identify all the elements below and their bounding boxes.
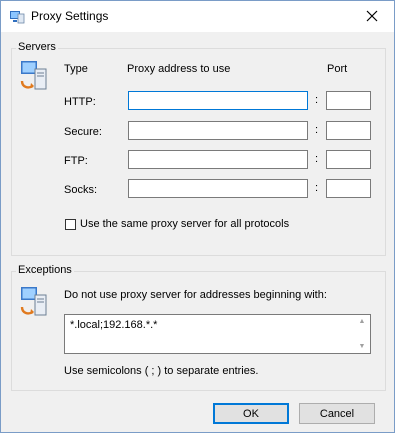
close-button[interactable] bbox=[350, 1, 394, 31]
socks-address-input[interactable] bbox=[128, 179, 308, 198]
proxy-settings-dialog: Proxy Settings Servers Type Proxy addres… bbox=[0, 0, 395, 433]
servers-computer-icon bbox=[20, 61, 47, 90]
title-bar: Proxy Settings bbox=[1, 1, 394, 32]
cancel-button[interactable]: Cancel bbox=[299, 403, 375, 424]
servers-group-label: Servers bbox=[16, 41, 58, 53]
same-proxy-checkbox[interactable] bbox=[65, 219, 76, 230]
close-icon bbox=[366, 10, 378, 22]
exceptions-computer-icon bbox=[20, 287, 47, 316]
ok-button[interactable]: OK bbox=[213, 403, 289, 424]
http-port-input[interactable] bbox=[326, 91, 371, 110]
exceptions-description: Do not use proxy server for addresses be… bbox=[64, 289, 327, 301]
window-title: Proxy Settings bbox=[31, 9, 109, 23]
exceptions-textarea[interactable]: *.local;192.168.*.* ▲ ▼ bbox=[64, 314, 371, 354]
exceptions-hint: Use semicolons ( ; ) to separate entries… bbox=[64, 365, 259, 377]
http-address-input[interactable] bbox=[128, 91, 308, 110]
same-proxy-label[interactable]: Use the same proxy server for all protoc… bbox=[80, 218, 289, 230]
secure-label: Secure: bbox=[64, 126, 102, 138]
http-colon: : bbox=[315, 94, 319, 106]
secure-port-input[interactable] bbox=[326, 121, 371, 140]
secure-colon: : bbox=[315, 124, 319, 136]
scroll-up-arrow-icon[interactable]: ▲ bbox=[359, 318, 366, 325]
scroll-down-arrow-icon[interactable]: ▼ bbox=[359, 343, 366, 350]
address-column-header: Proxy address to use bbox=[127, 63, 231, 75]
ftp-colon: : bbox=[315, 153, 319, 165]
type-column-header: Type bbox=[64, 63, 88, 75]
secure-address-input[interactable] bbox=[128, 121, 308, 140]
exceptions-value: *.local;192.168.*.* bbox=[70, 319, 158, 331]
exceptions-scrollbar[interactable]: ▲ ▼ bbox=[354, 315, 370, 353]
network-settings-icon bbox=[10, 11, 25, 24]
socks-colon: : bbox=[315, 182, 319, 194]
port-column-header: Port bbox=[327, 63, 348, 75]
exceptions-group-label: Exceptions bbox=[16, 264, 74, 276]
ftp-label: FTP: bbox=[64, 155, 88, 167]
http-label: HTTP: bbox=[64, 96, 96, 108]
socks-label: Socks: bbox=[64, 184, 98, 196]
ftp-address-input[interactable] bbox=[128, 150, 308, 169]
socks-port-input[interactable] bbox=[326, 179, 371, 198]
ftp-port-input[interactable] bbox=[326, 150, 371, 169]
